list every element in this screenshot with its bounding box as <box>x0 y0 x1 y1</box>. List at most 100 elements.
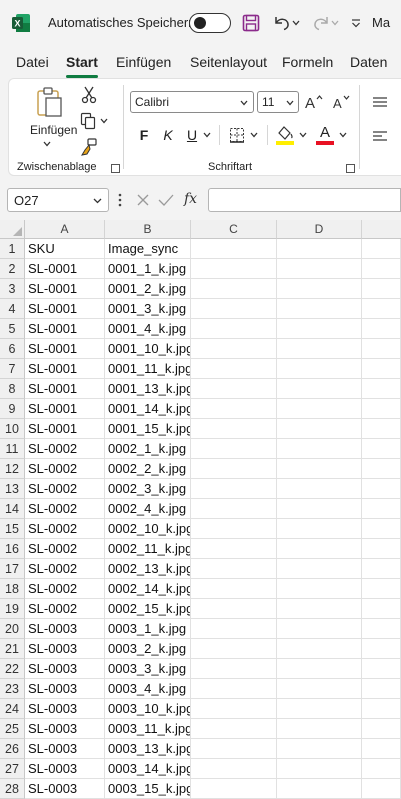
font-launcher-icon[interactable] <box>346 164 355 173</box>
autosave-toggle[interactable] <box>189 13 231 33</box>
cell-b[interactable]: 0003_2_k.jpg <box>105 639 191 659</box>
cell-a[interactable]: SL-0003 <box>25 759 105 779</box>
cell-c[interactable] <box>191 719 277 739</box>
row-header[interactable]: 3 <box>0 279 25 299</box>
font-size-dropdown[interactable]: 11 <box>257 91 299 113</box>
cell-c[interactable] <box>191 619 277 639</box>
cell-b[interactable]: 0003_13_k.jpg <box>105 739 191 759</box>
cell-a[interactable]: SL-0001 <box>25 339 105 359</box>
cell-e[interactable] <box>362 419 401 439</box>
cell-c[interactable] <box>191 479 277 499</box>
row-header[interactable]: 16 <box>0 539 25 559</box>
cell-b[interactable]: 0001_11_k.jpg <box>105 359 191 379</box>
row-header[interactable]: 17 <box>0 559 25 579</box>
cell-e[interactable] <box>362 639 401 659</box>
cell-d[interactable] <box>277 759 362 779</box>
cell-a[interactable]: SL-0001 <box>25 279 105 299</box>
tab-seitenlayout[interactable]: Seitenlayout <box>190 54 267 70</box>
paste-icon[interactable] <box>29 85 69 119</box>
select-all-button[interactable] <box>0 220 25 239</box>
cell-a[interactable]: SL-0003 <box>25 699 105 719</box>
cell-d[interactable] <box>277 439 362 459</box>
cell-d[interactable] <box>277 379 362 399</box>
cell-c[interactable] <box>191 339 277 359</box>
paste-dropdown-icon[interactable] <box>41 139 53 149</box>
column-header-a[interactable]: A <box>25 220 105 239</box>
clipboard-launcher-icon[interactable] <box>111 164 120 173</box>
paste-button-label[interactable]: Einfügen <box>30 123 77 137</box>
cell-a[interactable]: SL-0003 <box>25 659 105 679</box>
cell-a[interactable]: SL-0002 <box>25 499 105 519</box>
cell-a[interactable]: SL-0002 <box>25 439 105 459</box>
row-header[interactable]: 8 <box>0 379 25 399</box>
cell-d[interactable] <box>277 579 362 599</box>
cell-d[interactable] <box>277 619 362 639</box>
font-color-button[interactable]: A <box>313 123 349 147</box>
cell-a[interactable]: SL-0001 <box>25 399 105 419</box>
cell-b[interactable]: 0002_1_k.jpg <box>105 439 191 459</box>
cut-icon[interactable] <box>79 85 99 105</box>
cell-e[interactable] <box>362 539 401 559</box>
cell-b[interactable]: 0002_4_k.jpg <box>105 499 191 519</box>
fill-color-button[interactable] <box>273 123 309 147</box>
row-header[interactable]: 23 <box>0 679 25 699</box>
cell-a[interactable]: SL-0002 <box>25 459 105 479</box>
save-icon[interactable] <box>241 12 261 34</box>
decrease-font-size-icon[interactable]: A <box>331 91 353 113</box>
cell-b[interactable]: 0001_2_k.jpg <box>105 279 191 299</box>
cell-c[interactable] <box>191 259 277 279</box>
cell-c[interactable] <box>191 639 277 659</box>
row-header[interactable]: 12 <box>0 459 25 479</box>
cell-b[interactable]: 0002_11_k.jpg <box>105 539 191 559</box>
cell-c[interactable] <box>191 739 277 759</box>
cell-a[interactable]: SL-0003 <box>25 619 105 639</box>
cell-b[interactable]: 0002_2_k.jpg <box>105 459 191 479</box>
cell-e[interactable] <box>362 719 401 739</box>
cell-d[interactable] <box>277 339 362 359</box>
cell-e[interactable] <box>362 599 401 619</box>
cell-a[interactable]: SL-0002 <box>25 539 105 559</box>
undo-button[interactable] <box>270 12 302 34</box>
tab-daten[interactable]: Daten <box>350 54 387 70</box>
cell-b[interactable]: 0002_10_k.jpg <box>105 519 191 539</box>
cell-d[interactable] <box>277 299 362 319</box>
row-header[interactable]: 11 <box>0 439 25 459</box>
insert-function-button[interactable]: fx <box>184 191 197 207</box>
cell-c[interactable] <box>191 279 277 299</box>
cell-a[interactable]: SL-0003 <box>25 719 105 739</box>
cell-c[interactable] <box>191 439 277 459</box>
cell-a[interactable]: SKU <box>25 239 105 259</box>
cell-d[interactable] <box>277 639 362 659</box>
cell-d[interactable] <box>277 479 362 499</box>
cell-d[interactable] <box>277 399 362 419</box>
row-header[interactable]: 4 <box>0 299 25 319</box>
cell-e[interactable] <box>362 399 401 419</box>
cell-a[interactable]: SL-0003 <box>25 739 105 759</box>
cell-d[interactable] <box>277 519 362 539</box>
cell-d[interactable] <box>277 679 362 699</box>
align-left-icon[interactable] <box>369 125 391 147</box>
underline-dropdown-icon[interactable] <box>201 125 213 145</box>
cell-a[interactable]: SL-0001 <box>25 419 105 439</box>
row-header[interactable]: 7 <box>0 359 25 379</box>
cell-e[interactable] <box>362 439 401 459</box>
row-header[interactable]: 20 <box>0 619 25 639</box>
cell-b[interactable]: 0001_1_k.jpg <box>105 259 191 279</box>
row-header[interactable]: 26 <box>0 739 25 759</box>
cell-b[interactable]: 0001_15_k.jpg <box>105 419 191 439</box>
row-header[interactable]: 1 <box>0 239 25 259</box>
format-painter-icon[interactable] <box>79 137 99 157</box>
customize-toolbar-button[interactable] <box>349 12 363 34</box>
align-top-icon[interactable] <box>369 91 391 113</box>
cell-b[interactable]: 0003_10_k.jpg <box>105 699 191 719</box>
cell-e[interactable] <box>362 239 401 259</box>
cell-d[interactable] <box>277 559 362 579</box>
tab-start[interactable]: Start <box>66 54 98 70</box>
cell-b[interactable]: 0001_13_k.jpg <box>105 379 191 399</box>
cell-e[interactable] <box>362 579 401 599</box>
cell-e[interactable] <box>362 339 401 359</box>
cell-e[interactable] <box>362 739 401 759</box>
cell-d[interactable] <box>277 359 362 379</box>
cell-c[interactable] <box>191 539 277 559</box>
cell-e[interactable] <box>362 279 401 299</box>
